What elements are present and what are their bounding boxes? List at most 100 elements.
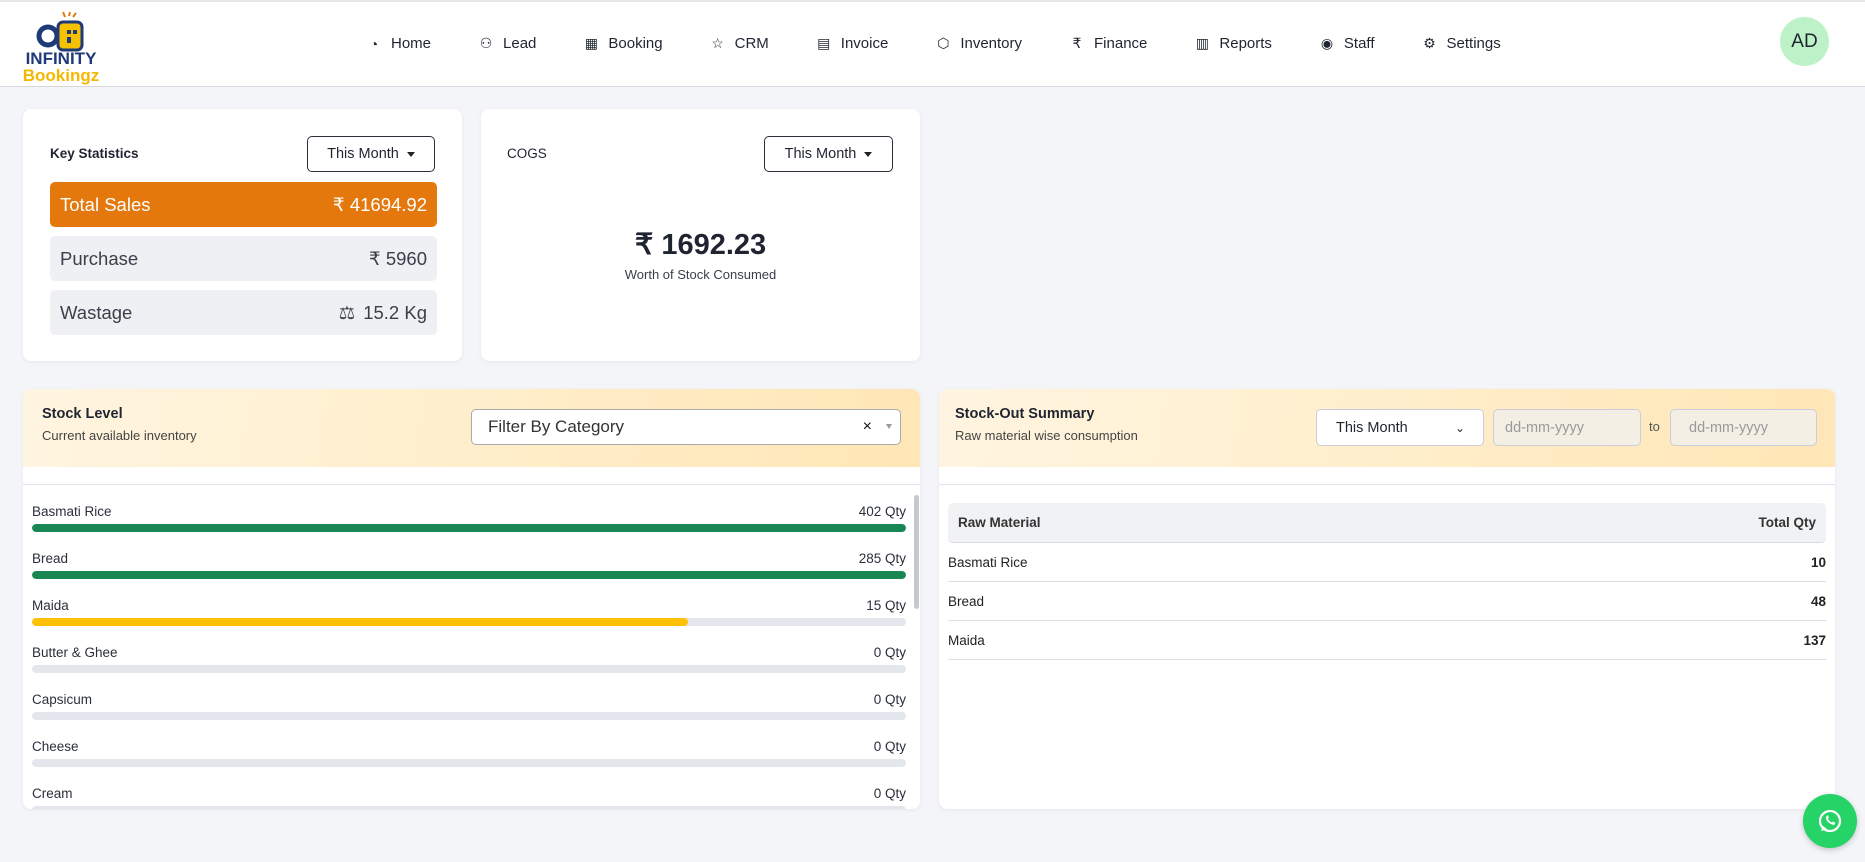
- stock-item: Maida 15 Qty: [32, 598, 906, 626]
- panel-title: Stock Level: [42, 406, 123, 422]
- period-label: This Month: [1336, 419, 1408, 436]
- rupee-icon: ₹: [1072, 35, 1082, 51]
- purchase-stat: Purchase ₹ 5960: [50, 236, 437, 281]
- main-nav: ◔ Home ⚇ Lead ▦ Booking ☆ CRM ▤ Invoice ⬡ Inventory…: [366, 35, 1548, 52]
- item-name: Capsicum: [32, 692, 93, 707]
- item-qty: 15 Qty: [866, 598, 906, 613]
- nav-item-finance[interactable]: ₹ Finance: [1069, 35, 1148, 52]
- card-title: COGS: [507, 146, 547, 161]
- stat-label: Wastage: [60, 301, 133, 323]
- material-qty: 137: [1803, 632, 1826, 648]
- material-qty: 10: [1810, 554, 1826, 570]
- stat-value: ₹ 41694.92: [332, 193, 427, 215]
- item-qty: 0 Qty: [873, 786, 906, 801]
- to-date-input[interactable]: dd-mm-yyyy: [1670, 409, 1817, 446]
- nav-label: Staff: [1343, 35, 1375, 52]
- stock-progress-bar: [32, 759, 906, 767]
- divider: [23, 484, 920, 485]
- table-row: Maida 137: [948, 621, 1826, 660]
- item-name: Butter & Ghee: [32, 645, 118, 660]
- cogs-caption: Worth of Stock Consumed: [624, 267, 777, 282]
- nav-label: Inventory: [960, 35, 1023, 52]
- item-name: Maida: [32, 598, 69, 613]
- nav-item-invoice[interactable]: ▤ Invoice: [816, 35, 889, 52]
- brand-name: INFINITY: [25, 49, 97, 68]
- card-title: Key Statistics: [50, 146, 139, 161]
- pie-chart-icon: ◔: [369, 35, 379, 52]
- material-name: Bread: [948, 593, 985, 609]
- nav-label: Home: [391, 35, 432, 52]
- clear-icon[interactable]: ×: [863, 418, 872, 436]
- caret-down-icon: [406, 151, 415, 157]
- total-sales-stat: Total Sales ₹ 41694.92: [50, 182, 437, 227]
- category-filter-select[interactable]: Filter By Category ×: [471, 409, 901, 445]
- table-row: Bread 48: [948, 582, 1826, 621]
- panel-header: Stock Level Current available inventory …: [23, 389, 920, 467]
- period-label: This Month: [327, 146, 399, 162]
- nav-item-staff[interactable]: ◉ Staff: [1319, 35, 1375, 52]
- stat-label: Purchase: [60, 247, 139, 269]
- panel-subtitle: Raw material wise consumption: [955, 428, 1138, 443]
- panel-header: Stock-Out Summary Raw material wise cons…: [939, 389, 1835, 467]
- item-name: Cheese: [32, 739, 79, 754]
- nav-label: Finance: [1094, 35, 1148, 52]
- gear-icon: ⚙: [1423, 35, 1436, 51]
- stock-out-card: Stock-Out Summary Raw material wise cons…: [939, 389, 1835, 809]
- nav-label: Lead: [503, 35, 537, 52]
- stock-level-card: Stock Level Current available inventory …: [23, 389, 920, 809]
- panel-subtitle: Current available inventory: [42, 428, 197, 443]
- nav-item-settings[interactable]: ⚙ Settings: [1422, 35, 1501, 52]
- nav-item-crm[interactable]: ☆ CRM: [710, 35, 768, 52]
- material-name: Basmati Rice: [948, 554, 1028, 570]
- item-qty: 0 Qty: [873, 692, 906, 707]
- period-dropdown[interactable]: This Month: [307, 136, 435, 172]
- stock-progress-bar: [32, 806, 906, 809]
- column-header: Total Qty: [1758, 515, 1816, 530]
- calendar-icon: ▦: [584, 35, 598, 51]
- item-name: Bread: [32, 551, 69, 566]
- user-circle-icon: ◉: [1320, 35, 1334, 51]
- period-dropdown[interactable]: This Month: [764, 136, 893, 172]
- panel-title: Stock-Out Summary: [955, 406, 1095, 422]
- divider: [939, 484, 1835, 485]
- avatar[interactable]: AD: [1780, 17, 1829, 66]
- cogs-value: ₹ 1692.23: [634, 229, 767, 261]
- nav-label: Invoice: [840, 35, 889, 52]
- nav-item-reports[interactable]: ▥ Reports: [1194, 35, 1272, 52]
- nav-item-inventory[interactable]: ⬡ Inventory: [935, 35, 1022, 52]
- nav-label: Settings: [1446, 35, 1501, 52]
- stock-item: Cheese 0 Qty: [32, 739, 906, 767]
- table-row: Basmati Rice 10: [948, 543, 1826, 582]
- stock-progress-fill: [32, 618, 688, 626]
- nav-label: Booking: [608, 35, 663, 52]
- logo-icon: [20, 11, 102, 52]
- from-date-input[interactable]: dd-mm-yyyy: [1493, 409, 1641, 446]
- nav-item-lead[interactable]: ⚇ Lead: [478, 35, 537, 52]
- cogs-card: COGS This Month ₹ 1692.23 Worth of Stock…: [481, 109, 920, 361]
- stock-progress-bar: [32, 665, 906, 673]
- column-header: Raw Material: [958, 515, 1041, 530]
- brand-logo[interactable]: INFINITY Bookingz: [20, 11, 102, 85]
- nav-item-home[interactable]: ◔ Home: [366, 35, 431, 52]
- stock-item: Bread 285 Qty: [32, 551, 906, 579]
- whatsapp-button[interactable]: [1803, 794, 1857, 848]
- stock-item: Cream 0 Qty: [32, 786, 906, 809]
- key-statistics-card: Key Statistics This Month Total Sales ₹ 4…: [23, 109, 462, 361]
- item-qty: 0 Qty: [873, 739, 906, 754]
- scale-icon: ⚖: [338, 301, 356, 323]
- stock-progress-bar: [32, 618, 906, 626]
- item-qty: 285 Qty: [858, 551, 906, 566]
- box-icon: ⬡: [937, 35, 950, 51]
- nav-item-booking[interactable]: ▦ Booking: [583, 35, 663, 52]
- date-placeholder: dd-mm-yyyy: [1505, 419, 1584, 436]
- stock-item: Capsicum 0 Qty: [32, 692, 906, 720]
- period-select[interactable]: This Month ⌄: [1316, 409, 1484, 446]
- brand-subname: Bookingz: [22, 66, 100, 85]
- caret-down-icon: [864, 151, 873, 157]
- stock-progress-bar: [32, 524, 906, 532]
- stock-item: Butter & Ghee 0 Qty: [32, 645, 906, 673]
- stock-progress-fill: [32, 571, 906, 579]
- chevron-down-icon: ⌄: [1454, 420, 1465, 435]
- item-qty: 402 Qty: [858, 504, 906, 519]
- scrollbar[interactable]: [914, 495, 919, 609]
